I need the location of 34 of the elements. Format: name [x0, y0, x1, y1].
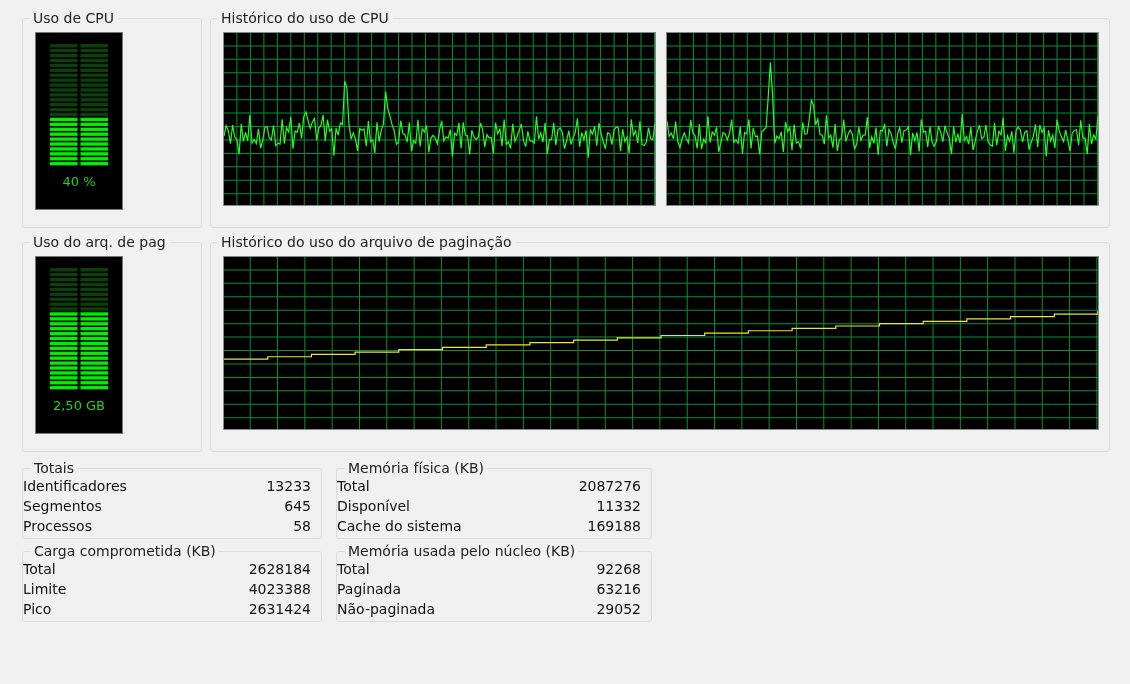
meter-reading: 40 % [62, 174, 96, 189]
stat-value: 2628184 [248, 560, 311, 579]
stat-label: Identificadores [23, 477, 128, 496]
group-title: Carga comprometida (KB) [33, 543, 217, 559]
stat-value: 92268 [596, 560, 641, 579]
stat-label: Não-paginada [337, 600, 437, 619]
group-title: Histórico do uso de CPU [220, 10, 390, 26]
stat-value: 2087276 [578, 477, 641, 496]
stat-value: 4023388 [248, 580, 311, 599]
stat-value: 11332 [595, 497, 641, 516]
stat-label: Disponível [337, 497, 411, 516]
stat-value: 645 [283, 497, 311, 516]
group-title: Memória usada pelo núcleo (KB) [347, 543, 577, 559]
stat-value: 13233 [266, 477, 311, 496]
stat-value: 29052 [596, 600, 641, 619]
group-title: Uso do arq. de pag [32, 234, 167, 250]
group-title: Totais [33, 460, 75, 476]
stat-label: Processos [23, 517, 93, 536]
stat-value: 2631424 [248, 600, 311, 619]
stat-value: 169188 [586, 517, 641, 536]
stat-value: 58 [292, 517, 311, 536]
stat-label: Segmentos [23, 497, 103, 516]
stat-label: Cache do sistema [337, 517, 463, 536]
group-title: Memória física (KB) [347, 460, 485, 476]
stat-label: Limite [23, 580, 68, 599]
group-title: Uso de CPU [32, 10, 115, 26]
stat-label: Total [337, 560, 371, 579]
meter-reading: 2,50 GB [52, 398, 106, 413]
stat-label: Paginada [337, 580, 403, 599]
stat-label: Total [337, 477, 371, 496]
stat-label: Total [23, 560, 57, 579]
stat-label: Pico [23, 600, 53, 619]
stat-value: 63216 [596, 580, 641, 599]
group-title: Histórico do uso do arquivo de paginação [220, 234, 513, 250]
